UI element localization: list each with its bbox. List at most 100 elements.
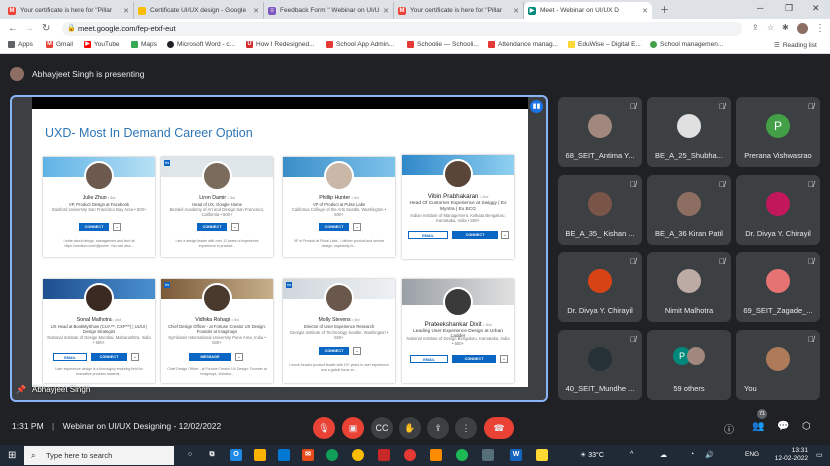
- app-icon[interactable]: [430, 449, 442, 461]
- tab-certificate-slides[interactable]: Certificate UI/UX design - Google ✕: [134, 2, 264, 19]
- avatar: [588, 269, 612, 293]
- forward-icon[interactable]: →: [24, 23, 34, 34]
- reload-icon[interactable]: ↻: [42, 23, 50, 34]
- app-icon[interactable]: [482, 449, 494, 461]
- minimize-button[interactable]: ─: [757, 3, 763, 13]
- participant-tile[interactable]: 🎙̸ BE_A_25_Shubha...: [647, 97, 731, 167]
- language-indicator[interactable]: ENG: [745, 451, 759, 458]
- github-icon: [167, 41, 174, 48]
- others-tile[interactable]: P 59 others: [647, 330, 731, 400]
- captions-button[interactable]: CC: [371, 417, 393, 439]
- spotify-icon[interactable]: [456, 449, 468, 461]
- edge-icon[interactable]: [326, 449, 338, 461]
- bookmark-youtube[interactable]: ▶ YouTube: [84, 41, 120, 48]
- window-close-button[interactable]: ✕: [812, 3, 820, 14]
- bookmark-maps[interactable]: Maps: [131, 41, 157, 48]
- mail-icon[interactable]: ✉: [302, 449, 314, 461]
- chrome-icon[interactable]: [352, 449, 364, 461]
- chat-icon[interactable]: 💬: [777, 421, 789, 432]
- mic-off-icon: 🎙̸: [719, 180, 725, 189]
- school-management-icon: [650, 41, 657, 48]
- notifications-icon[interactable]: ▭: [816, 451, 823, 459]
- profile-card-julie-zhuo: Julie Zhuo • 3rd VP, Product Design at F…: [43, 157, 155, 257]
- leave-call-button[interactable]: ☎: [484, 417, 514, 439]
- present-button[interactable]: ⇪: [427, 417, 449, 439]
- cloud-icon[interactable]: ☁: [660, 451, 667, 459]
- office-icon[interactable]: [378, 449, 390, 461]
- tab-gmail-certificate-2[interactable]: M Your certificate is here for "Pillar ✕: [394, 2, 524, 19]
- tab-label: Your certificate is here for "Pillar: [410, 7, 503, 14]
- close-icon[interactable]: ✕: [123, 7, 129, 15]
- raise-hand-button[interactable]: ✋: [399, 417, 421, 439]
- speaker-icon[interactable]: 🔊: [705, 451, 714, 459]
- presentation-stage[interactable]: UXD- Most In Demand Career Option Julie …: [10, 95, 548, 402]
- bookmark-gmail[interactable]: M Gmail: [46, 41, 73, 48]
- mic-toggle-button[interactable]: 🎙: [313, 417, 335, 439]
- people-icon[interactable]: 👥: [752, 421, 764, 432]
- avatar: P: [766, 114, 790, 138]
- bookmark-how-i-redesigned[interactable]: U How I Redesigned...: [246, 41, 315, 48]
- outlook-icon[interactable]: O: [230, 449, 242, 461]
- task-view-icon[interactable]: ○: [184, 449, 196, 461]
- store-icon[interactable]: [278, 449, 290, 461]
- taskbar-search-input[interactable]: ⌕ Type here to search: [24, 446, 174, 465]
- app-icon[interactable]: [404, 449, 416, 461]
- file-explorer-icon[interactable]: [254, 449, 266, 461]
- self-tile[interactable]: 🎙̸ You: [736, 330, 820, 400]
- wifi-icon[interactable]: ◔: [690, 451, 694, 458]
- bookmark-apps[interactable]: Apps: [8, 41, 33, 48]
- weather-widget[interactable]: ☀ 33°C: [580, 451, 604, 459]
- widgets-icon[interactable]: ⧉: [206, 449, 218, 461]
- bookmark-schoolie[interactable]: Schoolie — Schooli...: [407, 41, 479, 48]
- activities-icon[interactable]: ⬡: [802, 421, 811, 432]
- participant-tile[interactable]: 🎙̸ Dr. Divya Y. Chirayil: [736, 175, 820, 245]
- tab-meet[interactable]: ▶ Meet - Webinar on UI/UX D ✕: [524, 2, 652, 19]
- new-tab-button[interactable]: ＋: [660, 3, 669, 16]
- weather-icon: ☀: [580, 452, 587, 459]
- back-icon[interactable]: ←: [8, 23, 18, 34]
- info-icon[interactable]: ⓘ: [724, 421, 734, 436]
- bookmark-school-app-admin[interactable]: School App Admin...: [326, 41, 394, 48]
- participant-tile[interactable]: 🎙̸ 68_SEIT_Antima Y...: [558, 97, 642, 167]
- word-icon[interactable]: W: [510, 449, 522, 461]
- bookmark-eduwise[interactable]: EduWise – Digital E...: [568, 41, 641, 48]
- windows-start-icon[interactable]: ⊞: [8, 450, 16, 461]
- bookmark-attendance[interactable]: Attendance manag...: [488, 41, 558, 48]
- reading-list[interactable]: ☰ Reading list: [774, 41, 817, 50]
- close-icon[interactable]: ✕: [513, 7, 519, 15]
- star-icon[interactable]: ☆: [767, 23, 774, 32]
- bookmark-school-management[interactable]: School managemen...: [650, 41, 723, 48]
- participant-tile[interactable]: 🎙̸ BE_A_35_ Kishan ...: [558, 175, 642, 245]
- participant-tile[interactable]: 🎙̸ Dr. Divya Y. Chirayil: [558, 252, 642, 322]
- url-text: meet.google.com/fep-etxf-eut: [78, 24, 176, 33]
- pin-icon[interactable]: 📌: [16, 385, 26, 395]
- participant-tile[interactable]: 🎙̸ P Prerana Vishwasrao: [736, 97, 820, 167]
- card-degree: • 2nd: [483, 323, 492, 327]
- card-sub: Georgia Institute of Technology Seattle,…: [289, 330, 389, 340]
- bookmark-label: How I Redesigned...: [256, 41, 315, 48]
- url-field[interactable]: 🔒 meet.google.com/fep-etxf-eut: [62, 22, 742, 36]
- card-title: Chief Design Officer - at Fortune Creato…: [168, 324, 266, 334]
- tray-chevron-icon[interactable]: ^: [630, 451, 633, 458]
- maximize-button[interactable]: ❐: [785, 3, 793, 14]
- sticky-notes-icon[interactable]: [536, 449, 548, 461]
- participant-tile[interactable]: 🎙̸ Nimit Malhotra: [647, 252, 731, 322]
- bookmark-word[interactable]: Microsoft Word - c...: [167, 41, 235, 48]
- camera-toggle-button[interactable]: ▣: [342, 417, 364, 439]
- participant-tile[interactable]: 🎙̸ BE_A_36 Kiran Patil: [647, 175, 731, 245]
- participant-tile[interactable]: 🎙̸ 69_SEIT_Zagade_...: [736, 252, 820, 322]
- profile-avatar[interactable]: [797, 23, 808, 34]
- menu-icon[interactable]: ⋮: [815, 23, 825, 34]
- extensions-icon[interactable]: ✱: [782, 23, 789, 32]
- profile-card-phillip-hunter: Phillip Hunter • 3rd VP of Product at Pu…: [283, 157, 395, 257]
- close-icon[interactable]: ✕: [383, 7, 389, 15]
- participant-tile[interactable]: 🎙̸ 40_SEIT_Mundhe ...: [558, 330, 642, 400]
- close-icon[interactable]: ✕: [642, 7, 648, 15]
- more-options-button[interactable]: ⋮: [455, 417, 477, 439]
- share-icon[interactable]: ⇪: [752, 23, 759, 32]
- close-icon[interactable]: ✕: [253, 7, 259, 15]
- tab-feedback-form[interactable]: ≡ Feedback Form " Webinar on UI/U ✕: [264, 2, 394, 19]
- tab-gmail-certificate-1[interactable]: M Your certificate is here for "Pillar ✕: [4, 2, 134, 19]
- apps-icon: [8, 41, 15, 48]
- participant-name: Nimit Malhotra: [664, 306, 714, 315]
